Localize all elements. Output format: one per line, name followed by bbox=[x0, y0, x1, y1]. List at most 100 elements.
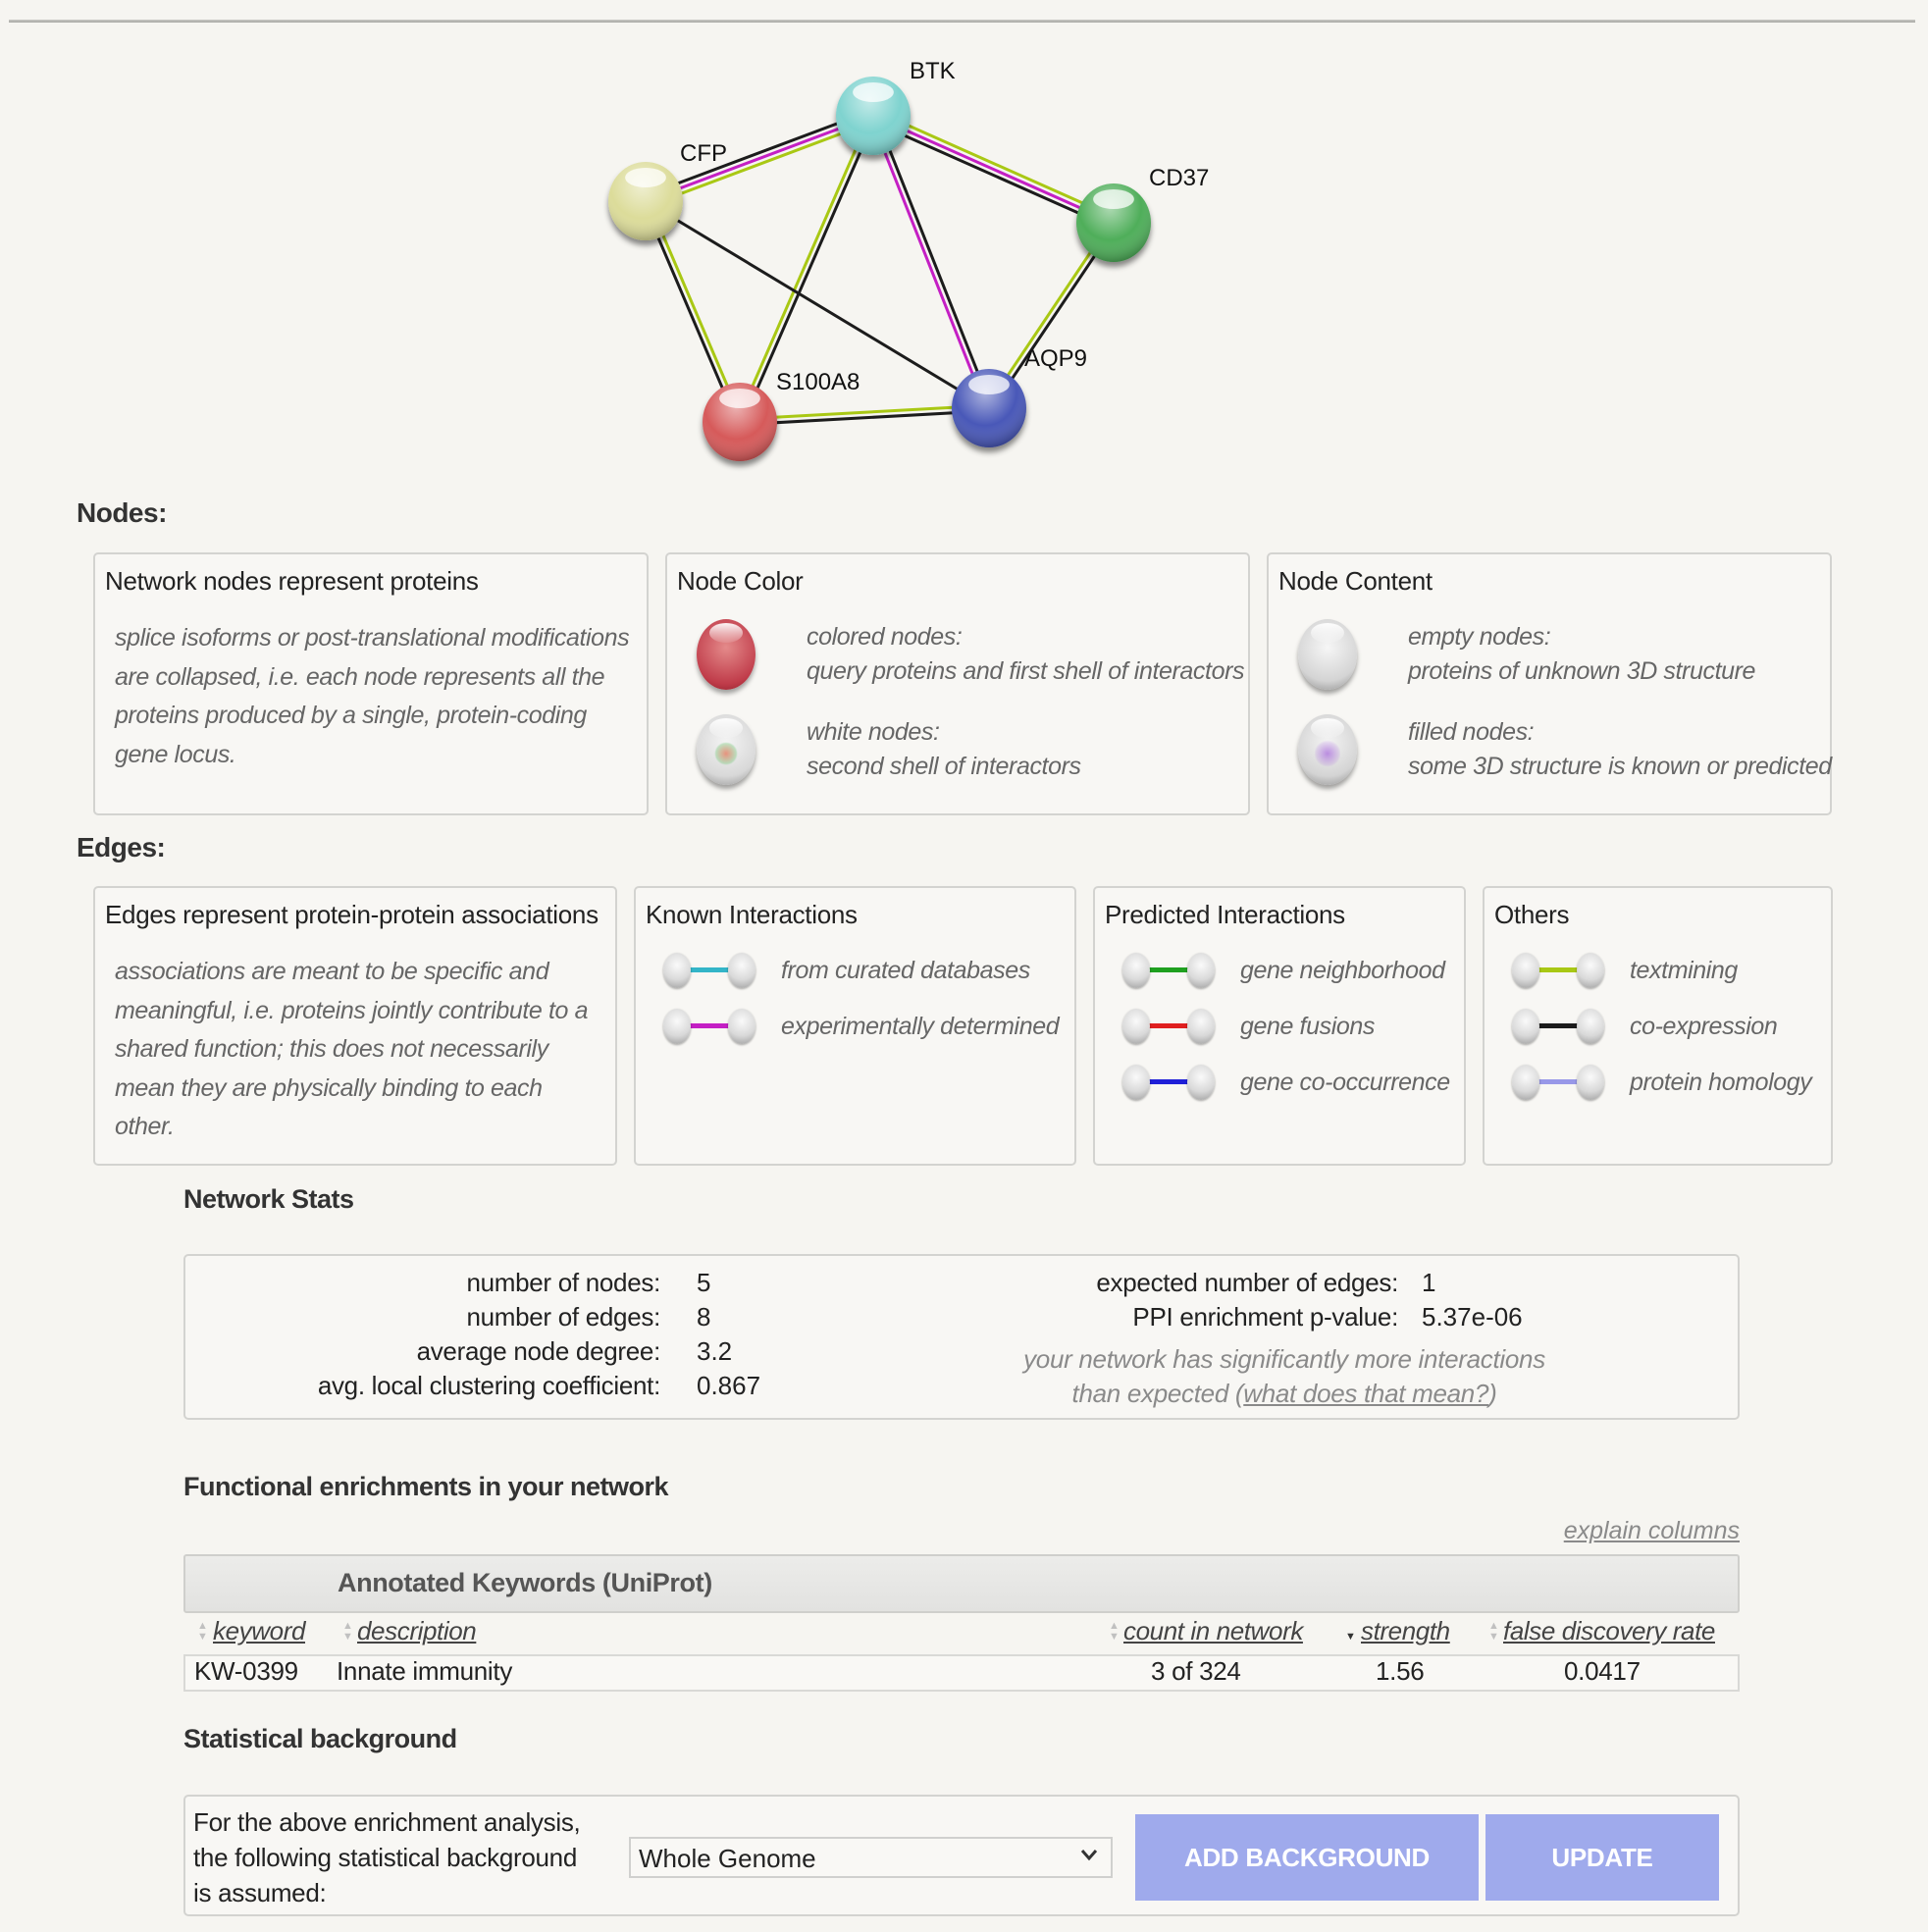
legend-label: experimentally determined bbox=[781, 1012, 1060, 1040]
sort-icon[interactable]: ▲ ▼ bbox=[197, 1621, 208, 1643]
node-highlight bbox=[853, 82, 894, 102]
column-header-description[interactable]: description bbox=[357, 1616, 477, 1646]
nodes-info-description: splice isoforms or post-translational mo… bbox=[115, 624, 630, 768]
node-color-title: Node Color bbox=[677, 566, 804, 596]
node-content-box: Node Content empty nodes: proteins of un… bbox=[1267, 552, 1832, 815]
node-color-box: Node Color colored nodes: query proteins… bbox=[665, 552, 1250, 815]
edge-color-swatch bbox=[1146, 967, 1191, 972]
legend-gene-fusions: gene fusions bbox=[1122, 1007, 1375, 1046]
node-label: CD37 bbox=[1149, 165, 1209, 191]
update-button[interactable]: UPDATE bbox=[1485, 1814, 1719, 1901]
predicted-interactions-title: Predicted Interactions bbox=[1105, 900, 1345, 929]
edge-color-swatch bbox=[1146, 1079, 1191, 1084]
edge-color-swatch bbox=[687, 1023, 732, 1028]
stat-value-nodes: 5 bbox=[697, 1268, 711, 1297]
cell-count: 3 of 324 bbox=[1151, 1656, 1241, 1686]
stats-note-line2: than expected (what does that mean?) bbox=[990, 1377, 1579, 1411]
node-content-title: Node Content bbox=[1278, 566, 1433, 596]
legend-empty-nodes: empty nodes: proteins of unknown 3D stru… bbox=[1298, 619, 1755, 690]
legend-co-expression: co-expression bbox=[1512, 1007, 1778, 1046]
others-interactions-title: Others bbox=[1494, 900, 1570, 929]
stat-value-expected-edges: 1 bbox=[1422, 1268, 1436, 1297]
stat-label-clustering: avg. local clustering coefficient: bbox=[317, 1371, 660, 1400]
nodes-info-title: Network nodes represent proteins bbox=[105, 566, 479, 596]
sort-icon[interactable]: ▲ ▼ bbox=[342, 1621, 353, 1643]
what-does-that-mean-link[interactable]: what does that mean? bbox=[1243, 1379, 1488, 1408]
stat-label-pvalue: PPI enrichment p-value: bbox=[1132, 1302, 1398, 1332]
edge-line-co-expression bbox=[874, 114, 993, 408]
stat-label-expected-edges: expected number of edges: bbox=[1096, 1268, 1398, 1297]
edge-node-icon bbox=[1577, 953, 1604, 988]
legend-textmining: textmining bbox=[1512, 951, 1738, 990]
column-header-count-in-network[interactable]: count in network bbox=[1123, 1616, 1303, 1646]
legend-description: proteins of unknown 3D structure bbox=[1408, 657, 1756, 685]
top-divider bbox=[9, 20, 1915, 23]
legend-label: empty nodes: bbox=[1408, 623, 1551, 651]
edge-color-swatch bbox=[1536, 1079, 1581, 1084]
nodes-info-box: Network nodes represent proteins splice … bbox=[93, 552, 649, 815]
sort-icon[interactable]: ▲ ▼ bbox=[1488, 1621, 1499, 1643]
network-stats-heading: Network Stats bbox=[183, 1184, 354, 1214]
add-background-button[interactable]: ADD BACKGROUND bbox=[1135, 1814, 1479, 1901]
edges-info-box: Edges represent protein-protein associat… bbox=[93, 886, 617, 1166]
enrichment-category-header[interactable]: Annotated Keywords (UniProt) bbox=[183, 1554, 1740, 1613]
legend-colored-nodes: colored nodes: query proteins and first … bbox=[697, 619, 1245, 690]
legend-label: white nodes: bbox=[807, 718, 940, 746]
stats-note: your network has significantly more inte… bbox=[990, 1342, 1579, 1411]
node-CFP[interactable]: CFP bbox=[608, 140, 727, 240]
known-interactions-box: Known Interactions from curated database… bbox=[634, 886, 1076, 1166]
cell-keyword: KW-0399 bbox=[194, 1656, 298, 1686]
legend-label: filled nodes: bbox=[1408, 718, 1535, 746]
column-header-false-discovery-rate[interactable]: false discovery rate bbox=[1503, 1616, 1715, 1646]
edges-info-title: Edges represent protein-protein associat… bbox=[105, 900, 599, 929]
cell-strength: 1.56 bbox=[1376, 1656, 1425, 1686]
stats-note-suffix: ) bbox=[1488, 1379, 1497, 1408]
sort-icon[interactable]: ▲ ▼ bbox=[1109, 1621, 1120, 1643]
edge-node-icon bbox=[1122, 1065, 1150, 1100]
empty-node-icon bbox=[1298, 619, 1357, 690]
enrichment-heading: Functional enrichments in your network bbox=[183, 1472, 669, 1501]
legend-label: gene fusions bbox=[1240, 1012, 1375, 1040]
legend-description: query proteins and first shell of intera… bbox=[807, 657, 1245, 685]
statistical-background-box: For the above enrichment analysis, the f… bbox=[183, 1795, 1740, 1916]
background-select[interactable]: Whole Genome bbox=[629, 1837, 1113, 1878]
stat-value-degree: 3.2 bbox=[697, 1336, 733, 1366]
column-header-strength[interactable]: strength bbox=[1361, 1616, 1450, 1646]
edge-sample-icon bbox=[1122, 1007, 1215, 1046]
edge-line-experimentally-determined bbox=[869, 116, 988, 410]
edge-sample-icon bbox=[663, 1007, 756, 1046]
edge-node-icon bbox=[1122, 1009, 1150, 1044]
edge-node-icon bbox=[1577, 1009, 1604, 1044]
legend-white-nodes: white nodes: second shell of interactors bbox=[697, 714, 1081, 785]
legend-filled-nodes: filled nodes: some 3D structure is known… bbox=[1298, 714, 1832, 785]
background-select-value: Whole Genome bbox=[639, 1844, 816, 1873]
nodes-heading: Nodes: bbox=[77, 497, 167, 528]
edge-sample-icon bbox=[1122, 951, 1215, 990]
node-highlight bbox=[1093, 189, 1134, 209]
known-interactions-title: Known Interactions bbox=[646, 900, 858, 929]
white-node-icon bbox=[697, 714, 756, 785]
legend-label: gene neighborhood bbox=[1240, 956, 1445, 984]
cell-fdr: 0.0417 bbox=[1564, 1656, 1641, 1686]
edge-node-icon bbox=[1512, 953, 1539, 988]
node-BTK[interactable]: BTK bbox=[836, 58, 956, 155]
column-header-keyword[interactable]: keyword bbox=[213, 1616, 305, 1646]
stats-note-prefix: than expected ( bbox=[1071, 1379, 1244, 1408]
bg-text-line2: the following statistical background bbox=[193, 1843, 577, 1872]
explain-columns-link[interactable]: explain columns bbox=[1564, 1517, 1740, 1545]
legend-label: textmining bbox=[1630, 956, 1738, 984]
edge-node-icon bbox=[1122, 953, 1150, 988]
stat-value-clustering: 0.867 bbox=[697, 1371, 761, 1400]
edge-color-swatch bbox=[687, 967, 732, 972]
network-graph[interactable]: BTK CFP CD37 S100A8 AQP9 bbox=[569, 39, 1276, 491]
legend-label: gene co-occurrence bbox=[1240, 1068, 1450, 1096]
node-highlight bbox=[968, 375, 1010, 394]
edge-sample-icon bbox=[1512, 1007, 1604, 1046]
edge-node-icon bbox=[663, 1009, 691, 1044]
node-CD37[interactable]: CD37 bbox=[1076, 165, 1209, 262]
edge-node-icon bbox=[1512, 1065, 1539, 1100]
filled-node-icon bbox=[1298, 714, 1357, 785]
statistical-background-heading: Statistical background bbox=[183, 1724, 457, 1753]
sort-icon[interactable]: ▼ bbox=[1345, 1621, 1356, 1643]
node-label: AQP9 bbox=[1024, 345, 1087, 372]
